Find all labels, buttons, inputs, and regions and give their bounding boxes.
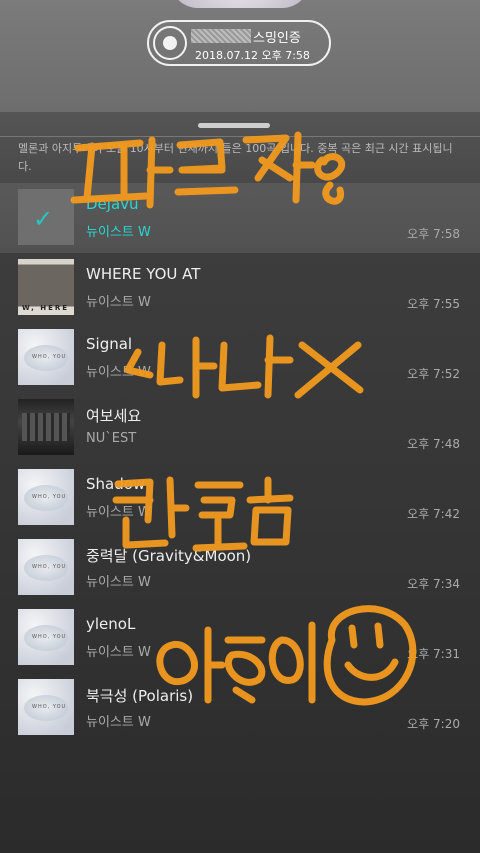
track-row[interactable]: W, HERE WHERE YOU AT 뉴이스트 W 오후 7:55 — [0, 253, 480, 323]
album-art: ✓ — [18, 189, 74, 245]
masked-username — [191, 29, 251, 43]
album-art: WHO, YOU — [18, 329, 74, 385]
album-art: WHO, YOU — [18, 609, 74, 665]
album-disc — [170, 0, 310, 8]
album-art: W, HERE — [18, 259, 74, 315]
album-art: WHO, YOU — [18, 539, 74, 595]
track-row[interactable]: ✓ Dejavu 뉴이스트 W 오후 7:58 — [0, 183, 480, 253]
track-artist: 뉴이스트 W — [86, 645, 151, 660]
history-sheet: 멜론과 아지투데이 오늘 10시부터 현재까지 들은 100곡 입니다. 중복 … — [0, 112, 480, 853]
track-title: 여보세요 — [86, 407, 142, 425]
top-area: 스밍인증 2018.07.12 오후 7:58 — [0, 0, 480, 112]
badge-title: 스밍인증 — [253, 31, 301, 46]
track-time: 오후 7:58 — [407, 227, 460, 241]
album-art-text: WHO, YOU — [32, 704, 67, 710]
track-time: 오후 7:42 — [407, 507, 460, 521]
track-artist: 뉴이스트 W — [86, 295, 151, 310]
album-art: WHO, YOU — [18, 679, 74, 735]
track-artist: 뉴이스트 W — [86, 225, 151, 240]
track-artist: 뉴이스트 W — [86, 575, 151, 590]
track-time: 오후 7:31 — [407, 647, 460, 661]
badge-date: 2018.07.12 오후 7:58 — [195, 49, 310, 62]
track-row[interactable]: WHO, YOU ylenoL 뉴이스트 W 오후 7:31 — [0, 603, 480, 673]
album-art-text: W, HERE — [22, 304, 70, 312]
streaming-proof-badge: 스밍인증 2018.07.12 오후 7:58 — [147, 20, 331, 66]
track-time: 오후 7:34 — [407, 577, 460, 591]
track-time: 오후 7:55 — [407, 297, 460, 311]
track-title: ylenoL — [86, 615, 136, 633]
track-artist: 뉴이스트 W — [86, 715, 151, 730]
check-icon: ✓ — [33, 205, 54, 233]
track-time: 오후 7:52 — [407, 367, 460, 381]
divider — [0, 136, 480, 137]
album-art-text: WHO, YOU — [32, 564, 67, 570]
track-row[interactable]: WHO, YOU 북극성 (Polaris) 뉴이스트 W 오후 7:20 — [0, 673, 480, 743]
track-row[interactable]: WHO, YOU 중력달 (Gravity&Moon) 뉴이스트 W 오후 7:… — [0, 533, 480, 603]
track-title: 북극성 (Polaris) — [86, 687, 194, 705]
track-artist: 뉴이스트 W — [86, 505, 151, 520]
album-art-text: WHO, YOU — [32, 494, 67, 500]
track-time: 오후 7:20 — [407, 717, 460, 731]
album-art-text: WHO, YOU — [32, 634, 67, 640]
track-artist: 뉴이스트 W — [86, 365, 151, 380]
track-row[interactable]: 여보세요 NU`EST 오후 7:48 — [0, 393, 480, 463]
notice-text: 멜론과 아지투데이 오늘 10시부터 현재까지 들은 100곡 입니다. 중복 … — [18, 142, 453, 173]
drag-handle[interactable] — [198, 123, 270, 128]
album-art-text: WHO, YOU — [32, 354, 67, 360]
track-title: 중력달 (Gravity&Moon) — [86, 547, 252, 565]
track-row[interactable]: WHO, YOU Signal 뉴이스트 W 오후 7:52 — [0, 323, 480, 393]
album-art — [18, 399, 74, 455]
track-title: Dejavu — [86, 195, 139, 213]
track-title: Shadow — [86, 475, 146, 493]
track-title: WHERE YOU AT — [86, 265, 201, 283]
album-art: WHO, YOU — [18, 469, 74, 525]
track-artist: NU`EST — [86, 431, 137, 446]
track-title: Signal — [86, 335, 133, 353]
record-icon — [153, 26, 187, 60]
track-time: 오후 7:48 — [407, 437, 460, 451]
track-row[interactable]: WHO, YOU Shadow 뉴이스트 W 오후 7:42 — [0, 463, 480, 533]
